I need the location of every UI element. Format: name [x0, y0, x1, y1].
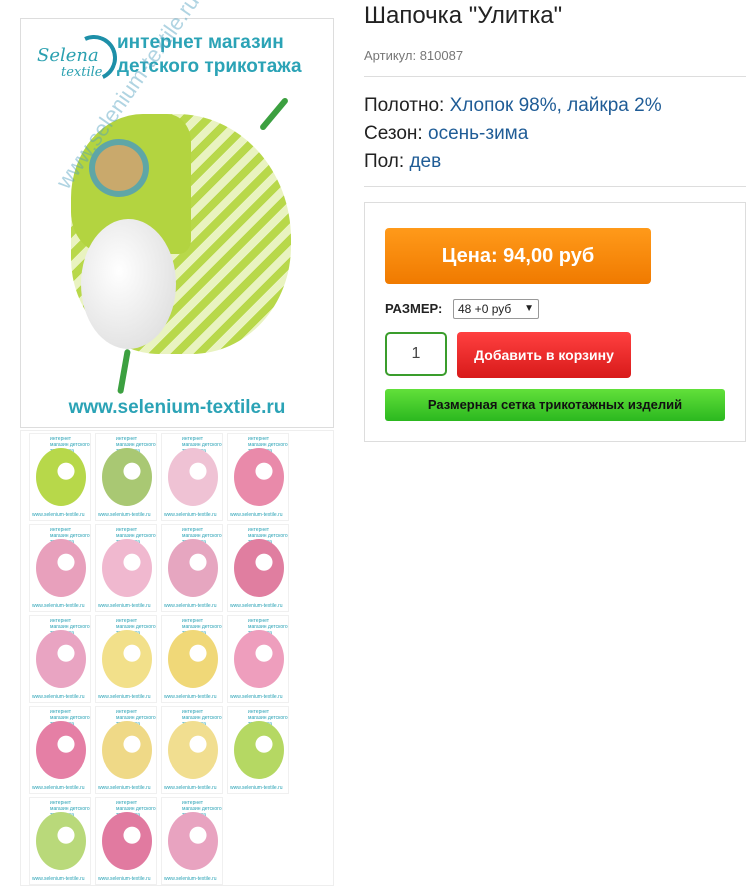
thumbnail-item[interactable]: интернет магазин детского трикотажаwww.s… [95, 524, 157, 612]
thumbnail-item[interactable]: интернет магазин детского трикотажаwww.s… [227, 706, 289, 794]
size-label: РАЗМЕР: [385, 301, 443, 316]
thumbnail-url: www.selenium-textile.ru [32, 603, 85, 609]
buy-box: Цена: 94,00 руб РАЗМЕР: 48 +0 руб ▼ 1 До… [364, 202, 746, 442]
attribute-value: осень-зима [428, 123, 529, 144]
thumbnail-hat-image [36, 721, 86, 779]
attribute-fabric: Полотно: Хлопок 98%, лайкра 2% [364, 92, 662, 120]
thumbnail-url: www.selenium-textile.ru [32, 694, 85, 700]
size-selected-value: 48 +0 руб [458, 302, 512, 316]
thumbnail-item[interactable]: интернет магазин детского трикотажаwww.s… [161, 524, 223, 612]
thumbnail-item[interactable]: интернет магазин детского трикотажаwww.s… [29, 615, 91, 703]
divider [364, 186, 746, 187]
attribute-label: Полотно: [364, 95, 445, 116]
thumbnail-hat-image [36, 539, 86, 597]
sku-value: 810087 [419, 48, 464, 63]
size-chart-button[interactable]: Размерная сетка трикотажных изделий [385, 389, 725, 421]
product-sku: Артикул: 810087 [364, 48, 463, 63]
store-logo: Selena textile [31, 28, 124, 88]
thumbnail-url: www.selenium-textile.ru [230, 512, 283, 518]
thumbnail-hat-image [168, 539, 218, 597]
hat-chin-tie [117, 348, 131, 395]
main-product-image[interactable]: Selena textile интернет магазин детского… [20, 0, 334, 428]
thumbnail-url: www.selenium-textile.ru [98, 694, 151, 700]
thumbnail-url: www.selenium-textile.ru [164, 603, 217, 609]
thumbnail-url: www.selenium-textile.ru [164, 694, 217, 700]
thumbnail-hat-image [36, 448, 86, 506]
product-attributes: Полотно: Хлопок 98%, лайкра 2% Сезон: ос… [364, 92, 662, 176]
divider [364, 76, 746, 77]
thumbnail-hat-image [102, 539, 152, 597]
add-to-cart-button[interactable]: Добавить в корзину [457, 332, 631, 378]
thumbnail-hat-image [36, 630, 86, 688]
logo-text-selena: Selena [37, 45, 99, 66]
thumbnail-url: www.selenium-textile.ru [230, 694, 283, 700]
sku-label: Артикул: [364, 48, 417, 63]
thumbnail-item[interactable]: интернет магазин детского трикотажаwww.s… [95, 797, 157, 885]
dropdown-arrow-icon: ▼ [524, 303, 534, 314]
thumbnail-url: www.selenium-textile.ru [164, 512, 217, 518]
thumbnail-hat-image [102, 721, 152, 779]
thumbnail-url: www.selenium-textile.ru [32, 512, 85, 518]
thumbnail-item[interactable]: интернет магазин детского трикотажаwww.s… [95, 706, 157, 794]
thumbnail-item[interactable]: интернет магазин детского трикотажаwww.s… [161, 706, 223, 794]
thumbnail-hat-image [102, 448, 152, 506]
thumbnail-url: www.selenium-textile.ru [164, 785, 217, 791]
thumbnail-url: www.selenium-textile.ru [98, 512, 151, 518]
thumbnail-item[interactable]: интернет магазин детского трикотажаwww.s… [95, 433, 157, 521]
attribute-value: Хлопок 98%, лайкра 2% [449, 95, 662, 116]
thumbnail-hat-image [102, 630, 152, 688]
thumbnail-url: www.selenium-textile.ru [164, 876, 217, 882]
thumbnail-gallery: интернет магазин детского трикотажаwww.s… [20, 430, 334, 886]
attribute-season: Сезон: осень-зима [364, 120, 662, 148]
banner-url: www.selenium-textile.ru [68, 397, 286, 418]
thumbnail-hat-image [234, 630, 284, 688]
thumbnail-hat-image [234, 448, 284, 506]
logo-text-textile: textile [61, 65, 103, 80]
thumbnail-url: www.selenium-textile.ru [32, 876, 85, 882]
thumbnail-item[interactable]: интернет магазин детского трикотажаwww.s… [227, 615, 289, 703]
thumbnail-hat-image [36, 812, 86, 870]
thumbnail-url: www.selenium-textile.ru [98, 876, 151, 882]
thumbnail-hat-image [168, 721, 218, 779]
attribute-gender: Пол: дев [364, 148, 662, 176]
attribute-value: дев [409, 151, 442, 172]
attribute-label: Пол: [364, 151, 405, 172]
thumbnail-hat-image [168, 448, 218, 506]
thumbnail-item[interactable]: интернет магазин детского трикотажаwww.s… [29, 797, 91, 885]
thumbnail-url: www.selenium-textile.ru [98, 785, 151, 791]
thumbnail-item[interactable]: интернет магазин детского трикотажаwww.s… [95, 615, 157, 703]
mannequin-face [81, 219, 176, 349]
thumbnail-item[interactable]: интернет магазин детского трикотажаwww.s… [161, 433, 223, 521]
thumbnail-hat-image [168, 812, 218, 870]
thumbnail-item[interactable]: интернет магазин детского трикотажаwww.s… [29, 706, 91, 794]
thumbnail-hat-image [102, 812, 152, 870]
price-button[interactable]: Цена: 94,00 руб [385, 228, 651, 284]
thumbnail-url: www.selenium-textile.ru [32, 785, 85, 791]
product-title: Шапочка "Улитка" [364, 2, 563, 29]
quantity-input[interactable]: 1 [385, 332, 447, 376]
thumbnail-item[interactable]: интернет магазин детского трикотажаwww.s… [227, 433, 289, 521]
thumbnail-hat-image [234, 539, 284, 597]
thumbnail-hat-image [168, 630, 218, 688]
thumbnail-item[interactable]: интернет магазин детского трикотажаwww.s… [227, 524, 289, 612]
size-select[interactable]: 48 +0 руб ▼ [453, 299, 539, 319]
thumbnail-url: www.selenium-textile.ru [230, 603, 283, 609]
thumbnail-item[interactable]: интернет магазин детского трикотажаwww.s… [161, 797, 223, 885]
thumbnail-hat-image [234, 721, 284, 779]
thumbnail-item[interactable]: интернет магазин детского трикотажаwww.s… [29, 524, 91, 612]
attribute-label: Сезон: [364, 123, 423, 144]
thumbnail-url: www.selenium-textile.ru [230, 785, 283, 791]
thumbnail-item[interactable]: интернет магазин детского трикотажаwww.s… [29, 433, 91, 521]
thumbnail-item[interactable]: интернет магазин детского трикотажаwww.s… [161, 615, 223, 703]
hat-top-tie [258, 96, 290, 132]
thumbnail-url: www.selenium-textile.ru [98, 603, 151, 609]
